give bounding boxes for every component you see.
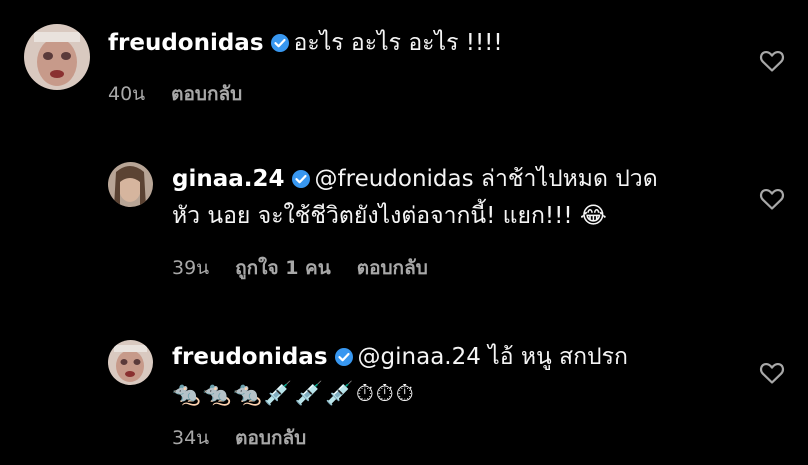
reply-button[interactable]: ตอบกลับ	[171, 83, 242, 105]
avatar-freudonidas[interactable]	[24, 24, 90, 90]
heart-icon[interactable]	[759, 187, 785, 211]
comment-2-body: ginaa.24 @freudonidas ล่าช้าไปหมด ปวด หัว…	[172, 162, 658, 233]
avatar-freudonidas[interactable]	[108, 340, 153, 385]
comment-text-line-2: หัว นอย จะใช้ชีวิตยังไงต่อจากนี้! แยก!!!…	[172, 203, 607, 229]
reply-button[interactable]: ตอบกลับ	[235, 427, 306, 449]
comment-text-line-1: @freudonidas ล่าช้าไปหมด ปวด	[314, 166, 658, 192]
username[interactable]: freudonidas	[172, 344, 328, 370]
comment-text-line-2: 🐀🐀🐀💉💉💉⏱⏱⏱	[172, 381, 416, 407]
comment-1-meta: 40น ตอบกลับ	[108, 79, 268, 109]
timestamp: 39น	[172, 257, 210, 279]
comment-1-body: freudonidas อะไร อะไร อะไร !!!!	[108, 26, 503, 63]
verified-badge-icon	[291, 165, 311, 199]
timestamp: 40น	[108, 83, 146, 105]
username[interactable]: ginaa.24	[172, 166, 285, 192]
verified-badge-icon	[270, 29, 290, 63]
likes-count[interactable]: ถูกใจ 1 คน	[235, 257, 331, 279]
comment-3-meta: 34น ตอบกลับ	[172, 423, 332, 453]
username[interactable]: freudonidas	[108, 30, 264, 56]
heart-icon[interactable]	[759, 49, 785, 73]
verified-badge-icon	[334, 343, 354, 377]
comment-2-meta: 39น ถูกใจ 1 คน ตอบกลับ	[172, 253, 454, 283]
timestamp: 34น	[172, 427, 210, 449]
comment-text-line-1: @ginaa.24 ไอ้ หนู สกปรก	[357, 344, 628, 370]
comment-text: อะไร อะไร อะไร !!!!	[293, 30, 503, 56]
comment-3-body: freudonidas @ginaa.24 ไอ้ หนู สกปรก 🐀🐀🐀💉💉…	[172, 340, 628, 411]
avatar-ginaa24[interactable]	[108, 162, 153, 207]
heart-icon[interactable]	[759, 361, 785, 385]
reply-button[interactable]: ตอบกลับ	[357, 257, 428, 279]
